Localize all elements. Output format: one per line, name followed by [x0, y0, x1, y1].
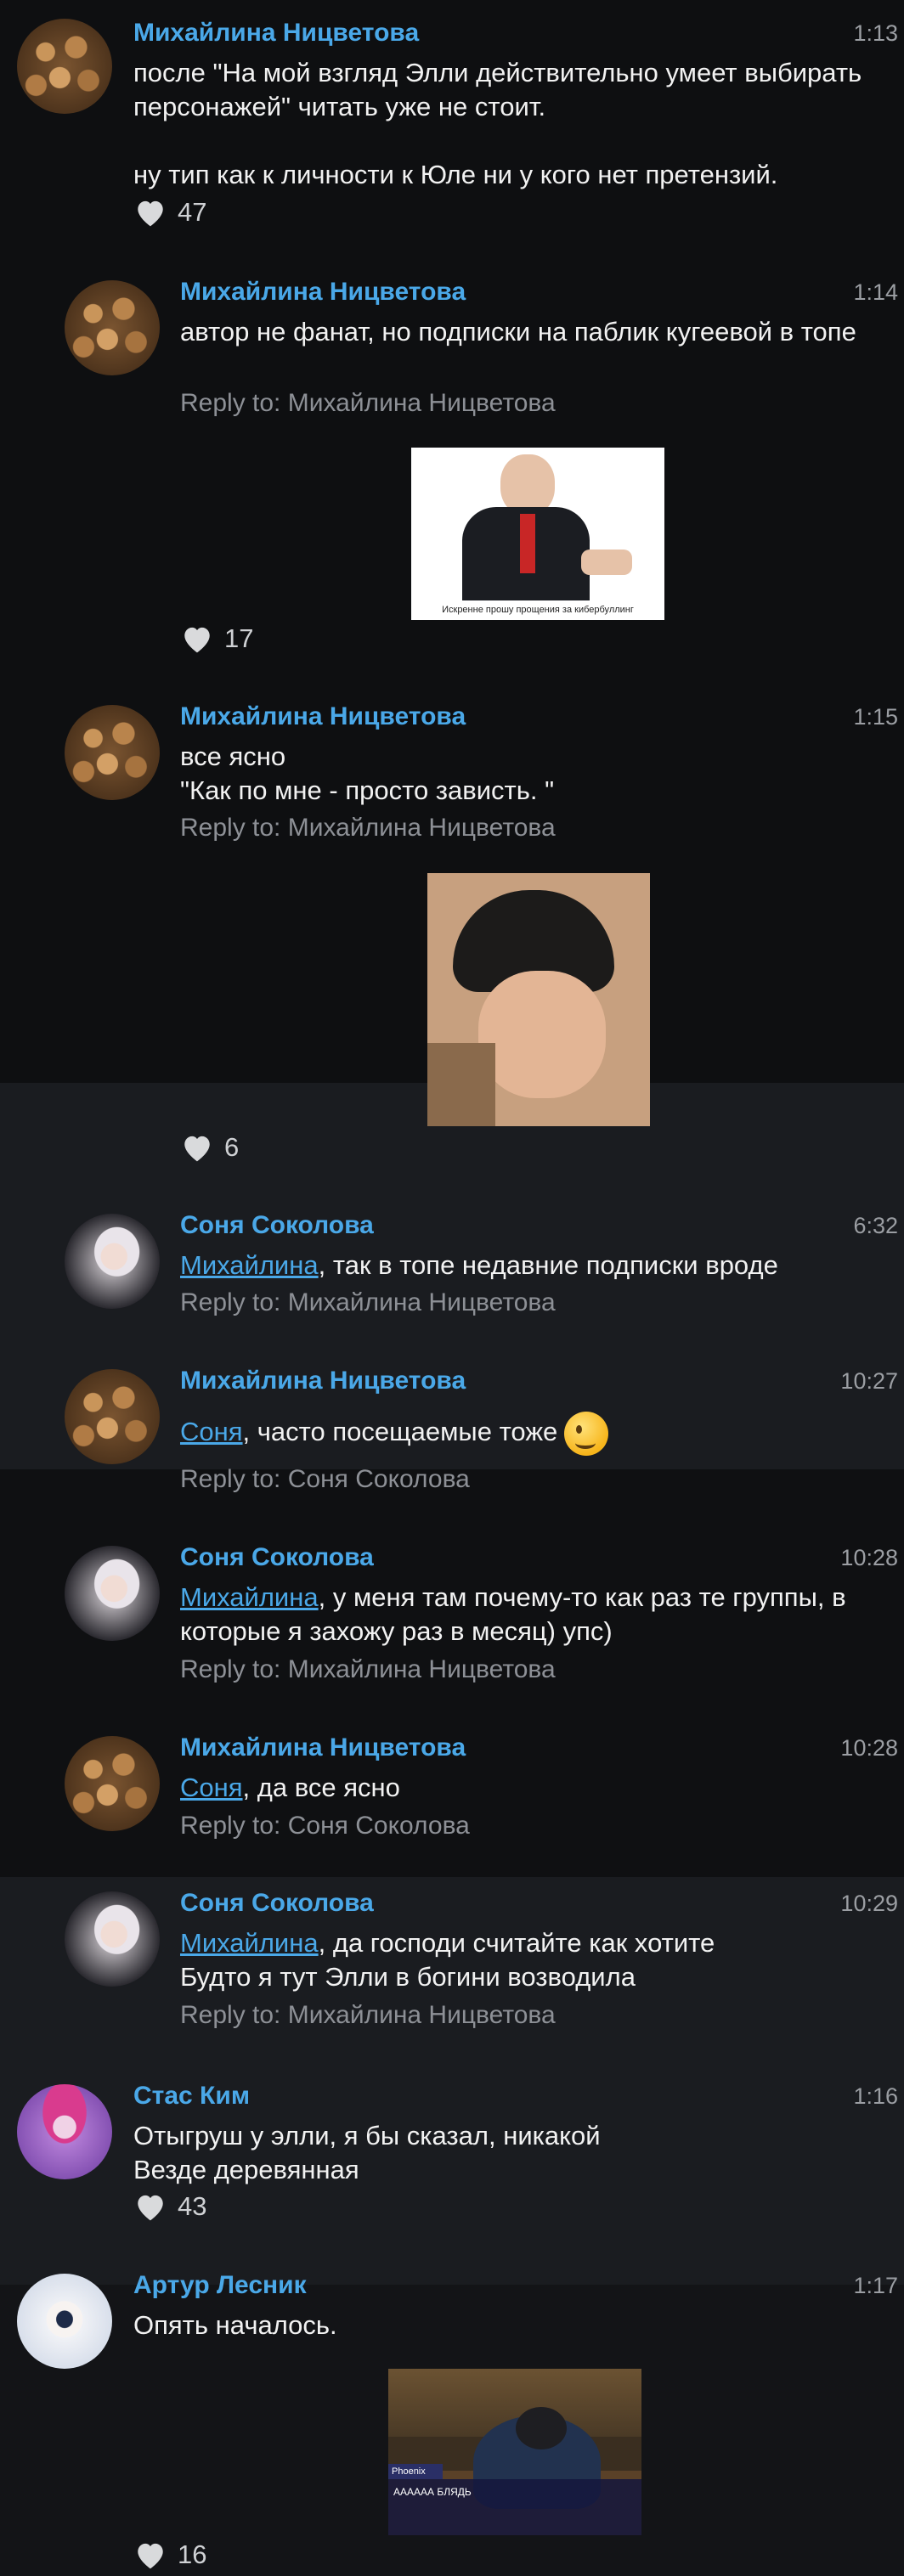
reply-to: Reply to: Михайлина Ницветова	[180, 1288, 556, 1316]
timestamp: 1:15	[853, 704, 898, 730]
character-hair	[516, 2407, 567, 2449]
mention-link[interactable]: Михайлина	[180, 1582, 319, 1612]
mention-link[interactable]: Соня	[180, 1773, 243, 1802]
like-count: 43	[178, 2191, 207, 2221]
comment-text: Опять началось.	[133, 2310, 337, 2340]
timestamp: 10:28	[840, 1735, 898, 1761]
author-name[interactable]: Соня Соколова	[180, 1211, 374, 1240]
avatar[interactable]	[17, 19, 112, 114]
like-count: 47	[178, 197, 207, 227]
heart-icon	[138, 200, 163, 227]
heart-icon	[184, 627, 210, 653]
attached-image[interactable]: Phoenix АААААА БЛЯДЬ	[388, 2369, 641, 2535]
image-caption: Искренне прошу прощения за кибербуллинг	[442, 605, 634, 615]
timestamp: 1:17	[853, 2273, 898, 2298]
avatar[interactable]	[65, 1891, 160, 1987]
avatar[interactable]	[65, 1214, 160, 1309]
reply-to: Reply to: Михайлина Ницветова	[180, 814, 556, 842]
avatar[interactable]	[65, 1369, 160, 1464]
comment-text: Михайлина, так в топе недавние подписки …	[180, 1249, 885, 1282]
author-name[interactable]: Михайлина Ницветова	[180, 278, 466, 307]
timestamp: 1:13	[853, 20, 898, 46]
reply-to: Reply to: Соня Соколова	[180, 1465, 470, 1493]
author-name[interactable]: Михайлина Ницветова	[180, 702, 466, 731]
timestamp: 6:32	[853, 1213, 898, 1238]
comment-body: , да все ясно	[242, 1773, 400, 1802]
like-button[interactable]: 17	[180, 623, 253, 654]
timestamp: 10:29	[840, 1891, 898, 1916]
attached-image[interactable]	[427, 873, 650, 1126]
comment-text: Михайлина, у меня там почему-то как раз …	[180, 1581, 899, 1649]
timestamp: 10:27	[840, 1368, 898, 1394]
like-button[interactable]: 43	[133, 2191, 206, 2222]
heart-icon	[138, 2543, 163, 2569]
comment-text: Михайлина, да господи считайте как хотит…	[180, 1926, 885, 1994]
comment-text: автор не фанат, но подписки на паблик ку…	[180, 317, 856, 347]
like-count: 17	[224, 623, 254, 653]
like-count: 16	[178, 2539, 207, 2569]
person-hand	[581, 550, 632, 575]
like-count: 6	[224, 1132, 240, 1162]
comment-body: , часто посещаемые тоже	[242, 1417, 558, 1447]
avatar[interactable]	[65, 280, 160, 375]
avatar[interactable]	[65, 705, 160, 800]
wink-emoji-icon	[564, 1412, 609, 1456]
heart-icon	[138, 2195, 163, 2221]
avatar[interactable]	[17, 2084, 112, 2179]
author-name[interactable]: Стас Ким	[133, 2082, 250, 2111]
face	[478, 971, 606, 1098]
author-name[interactable]: Михайлина Ницветова	[133, 19, 419, 48]
shoulder	[427, 1043, 495, 1126]
author-name[interactable]: Соня Соколова	[180, 1889, 374, 1918]
nameplate: Phoenix	[388, 2464, 443, 2479]
like-button[interactable]: 47	[133, 197, 206, 228]
author-name[interactable]: Михайлина Ницветова	[180, 1733, 466, 1762]
person-tie	[520, 514, 535, 573]
comment-text: Соня, часто посещаемые тоже	[180, 1412, 885, 1456]
avatar[interactable]	[17, 2274, 112, 2369]
avatar[interactable]	[65, 1546, 160, 1641]
comment-text: Отыгруш у элли, я бы сказал, никакой Вез…	[133, 2121, 601, 2184]
image-caption: АААААА БЛЯДЬ	[388, 2479, 641, 2535]
timestamp: 1:14	[853, 279, 898, 305]
heart-icon	[184, 1136, 210, 1162]
mention-link[interactable]: Михайлина	[180, 1928, 319, 1958]
like-button[interactable]: 16	[133, 2539, 206, 2570]
timestamp: 10:28	[840, 1545, 898, 1570]
mention-link[interactable]: Михайлина	[180, 1250, 319, 1280]
timestamp: 1:16	[853, 2083, 898, 2109]
reply-to: Reply to: Соня Соколова	[180, 1812, 470, 1840]
comment-text: все ясно "Как по мне - просто зависть. "	[180, 741, 555, 805]
reply-to: Reply to: Михайлина Ницветова	[180, 1655, 556, 1683]
reply-to: Reply to: Михайлина Ницветова	[180, 389, 556, 417]
reply-to: Reply to: Михайлина Ницветова	[180, 2001, 556, 2029]
comment-text: Соня, да все ясно	[180, 1771, 885, 1805]
mention-link[interactable]: Соня	[180, 1417, 243, 1446]
comment-body: , так в топе недавние подписки вроде	[318, 1250, 778, 1280]
comment-text: после "На мой взгляд Элли действительно …	[133, 58, 862, 189]
like-button[interactable]: 6	[180, 1132, 239, 1163]
avatar[interactable]	[65, 1736, 160, 1831]
author-name[interactable]: Соня Соколова	[180, 1543, 374, 1572]
attached-image[interactable]: Искренне прошу прощения за кибербуллинг	[411, 448, 664, 620]
author-name[interactable]: Михайлина Ницветова	[180, 1367, 466, 1395]
author-name[interactable]: Артур Лесник	[133, 2271, 307, 2300]
